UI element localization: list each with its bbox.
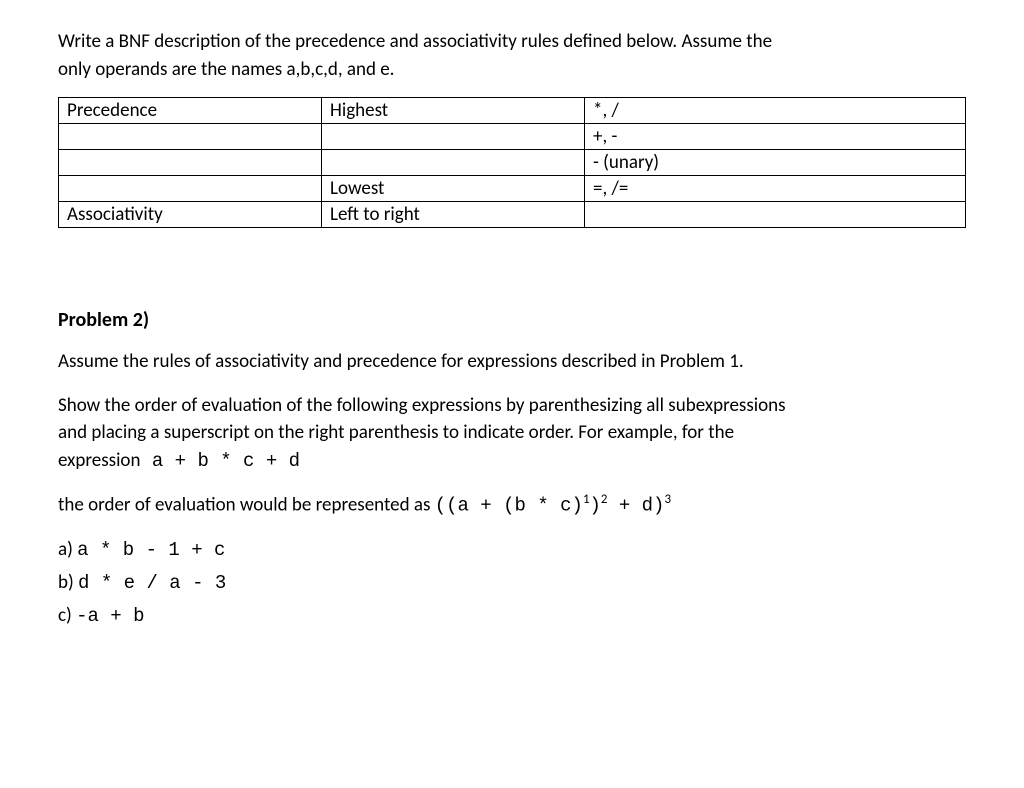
item-c: c) -a + b [58,604,966,627]
item-b-expr: d * e / a - 3 [78,572,226,594]
cell: *, / [585,98,966,124]
problem2-p2: Show the order of evaluation of the foll… [58,392,966,476]
order-expr-part3: + d) [607,495,664,517]
order-line: the order of evaluation would be represe… [58,491,966,520]
cell: Precedence [59,98,322,124]
precedence-table: Precedence Highest *, / +, - - (unary) L… [58,97,966,228]
p2-line-b: and placing a superscript on the right p… [58,421,734,444]
problem2-heading: Problem 2) [58,308,966,332]
table-row: Precedence Highest *, / [59,98,966,124]
cell [322,124,585,150]
cell [59,176,322,202]
example-expression: a + b * c + d [140,450,300,472]
problem1-intro: Write a BNF description of the precedenc… [58,28,966,83]
cell: Highest [322,98,585,124]
sup-3: 3 [664,492,671,507]
item-a: a) a * b - 1 + c [58,538,966,561]
intro-line-2: only operands are the names a,b,c,d, and… [58,58,394,81]
order-prefix: the order of evaluation would be represe… [58,494,435,517]
cell [59,150,322,176]
item-c-label: c) [58,604,76,627]
cell [585,202,966,228]
item-a-label: a) [58,538,77,561]
table-row: Associativity Left to right [59,202,966,228]
cell: Associativity [59,202,322,228]
cell: Left to right [322,202,585,228]
intro-line-1: Write a BNF description of the precedenc… [58,30,772,53]
item-a-expr: a * b - 1 + c [77,539,225,561]
order-expr-part2: ) [589,495,600,517]
cell: +, - [585,124,966,150]
item-b-label: b) [58,571,78,594]
cell [59,124,322,150]
p2-line-a: Show the order of evaluation of the foll… [58,394,786,417]
table-row: Lowest =, /= [59,176,966,202]
cell: Lowest [322,176,585,202]
cell: - (unary) [585,150,966,176]
cell: =, /= [585,176,966,202]
table-row: +, - [59,124,966,150]
item-c-expr: -a + b [76,605,144,627]
item-b: b) d * e / a - 3 [58,571,966,594]
order-expr-part1: ((a + (b * c) [435,495,583,517]
cell [322,150,585,176]
table-row: - (unary) [59,150,966,176]
problem2-p1: Assume the rules of associativity and pr… [58,348,966,376]
p2-line-c-prefix: expression [58,449,140,472]
